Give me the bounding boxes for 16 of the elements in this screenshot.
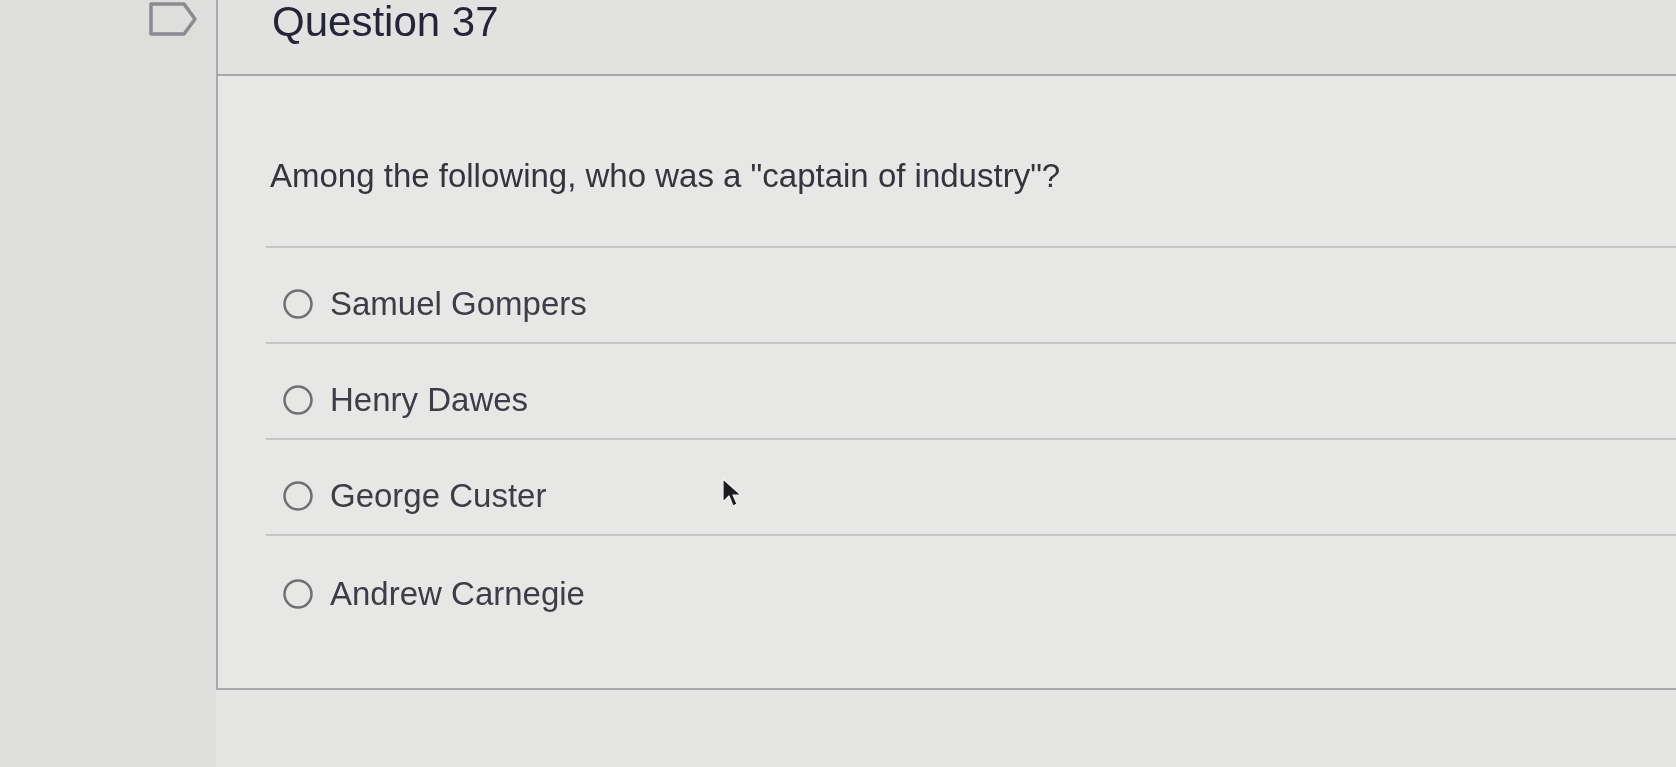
option-label: Henry Dawes: [330, 380, 529, 420]
answer-option[interactable]: Henry Dawes: [282, 380, 529, 420]
tag-icon[interactable]: [148, 1, 198, 37]
radio-button[interactable]: [282, 578, 314, 610]
pointer-icon: [722, 478, 742, 508]
radio-button[interactable]: [282, 288, 314, 320]
question-text: Among the following, who was a "captain of industry"?: [270, 156, 1062, 196]
answer-option[interactable]: Samuel Gompers: [282, 284, 587, 324]
question-title: Question 37: [272, 0, 500, 44]
option-label: Andrew Carnegie: [330, 574, 585, 614]
option-label: Samuel Gompers: [330, 284, 587, 324]
option-label: George Custer: [330, 476, 547, 516]
radio-button[interactable]: [282, 480, 314, 512]
answer-option[interactable]: Andrew Carnegie: [282, 574, 585, 614]
answer-option[interactable]: George Custer: [282, 476, 547, 516]
radio-button[interactable]: [282, 384, 314, 416]
